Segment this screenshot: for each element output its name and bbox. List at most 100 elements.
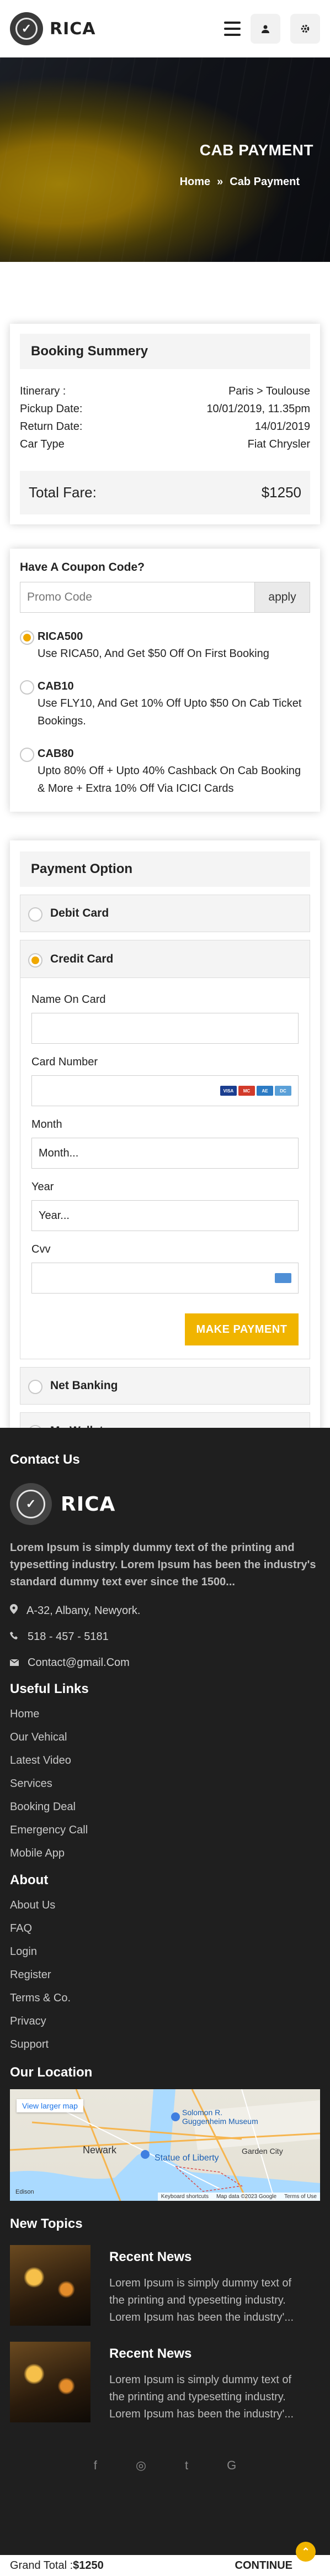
radio[interactable] (28, 907, 42, 922)
card-number-label: Card Number (31, 1056, 98, 1068)
credit-card-panel: Credit Card Name On Card Card Number VIS… (20, 940, 310, 1359)
map-label: Edison (15, 2189, 34, 2195)
phone-icon (10, 1631, 19, 1643)
footer-logo[interactable]: ✓ RICA (10, 1483, 320, 1525)
radio-selected[interactable] (28, 953, 42, 968)
map-data-credit: Map data ©2023 Google (216, 2194, 277, 2200)
payment-title: Payment Option (20, 851, 310, 887)
cvv-card-icon (275, 1273, 291, 1283)
social-links: f ◎ t G (10, 2458, 320, 2473)
radio[interactable] (20, 680, 34, 695)
name-on-card-input[interactable] (31, 1013, 299, 1044)
footer-link[interactable]: Terms & Co. (10, 1986, 320, 2010)
instagram-icon[interactable]: ◎ (136, 2458, 146, 2473)
grand-total-value: $1250 (73, 2559, 104, 2572)
payment-card: Payment Option Debit Card Credit Card Na… (10, 840, 320, 1464)
check-icon: ✓ (17, 1490, 45, 1518)
useful-links: Home Our Vehical Latest Video Services B… (10, 1702, 320, 1865)
breadcrumb-home[interactable]: Home (180, 176, 211, 188)
phone[interactable]: 518 - 457 - 5181 (10, 1631, 320, 1643)
footer-link[interactable]: Our Vehical (10, 1726, 320, 1749)
grand-total-bar: Grand Total : $1250 CONTINUE (0, 2555, 330, 2576)
map-label: Statue of Liberty (155, 2153, 219, 2163)
email[interactable]: Contact@gmail.Com (9, 1657, 320, 1669)
news-image (10, 2245, 91, 2326)
name-on-card-label: Name On Card (31, 993, 106, 1006)
cvv-label: Cvv (31, 1243, 51, 1255)
grand-total-label: Grand Total : (10, 2559, 73, 2572)
user-icon[interactable] (251, 14, 280, 44)
booking-row: Pickup Date: 10/01/2019, 11.35pm (20, 403, 310, 415)
apply-button[interactable]: apply (254, 582, 310, 612)
google-icon[interactable]: G (227, 2458, 236, 2473)
news-item[interactable]: Recent News Lorem Ipsum is simply dummy … (10, 2342, 320, 2423)
about-heading: About (10, 1873, 49, 1888)
year-select[interactable]: Year... (31, 1200, 299, 1231)
make-payment-button[interactable]: MAKE PAYMENT (185, 1313, 299, 1345)
coupon-option[interactable]: CAB10 Use FLY10, And Get 10% Off Upto $5… (20, 678, 310, 730)
news-item[interactable]: Recent News Lorem Ipsum is simply dummy … (10, 2245, 320, 2326)
booking-row: Car Type Fiat Chrysler (20, 438, 310, 450)
gear-icon[interactable] (290, 14, 320, 44)
radio-selected[interactable] (20, 630, 34, 645)
news-image (10, 2342, 91, 2422)
debit-card-option[interactable]: Debit Card (20, 895, 310, 932)
about-links: About Us FAQ Login Register Terms & Co. … (10, 1894, 320, 2056)
radio[interactable] (20, 748, 34, 762)
footer-link[interactable]: Support (10, 2033, 320, 2056)
map-label: Solomon R. Guggenheim Museum (182, 2108, 258, 2126)
promo-code-input[interactable] (20, 582, 254, 612)
map-label: Newark (83, 2144, 117, 2156)
footer-link[interactable]: Emergency Call (10, 1818, 320, 1842)
scroll-to-top-icon[interactable]: ⌃ (296, 2542, 316, 2562)
map-keyboard-shortcuts[interactable]: Keyboard shortcuts (161, 2194, 209, 2200)
footer-link[interactable]: About Us (10, 1894, 320, 1917)
location-pin-icon (10, 1604, 18, 1617)
cvv-input[interactable] (31, 1263, 299, 1294)
location-heading: Our Location (10, 2065, 93, 2080)
month-label: Month (31, 1118, 62, 1131)
credit-card-option[interactable]: Credit Card (20, 940, 310, 978)
footer-link[interactable]: Register (10, 1963, 320, 1986)
footer-link[interactable]: Login (10, 1940, 320, 1963)
footer-link[interactable]: FAQ (10, 1917, 320, 1940)
footer-link[interactable]: Privacy (10, 2010, 320, 2033)
coupon-option[interactable]: RICA500 Use RICA50, And Get $50 Off On F… (20, 628, 310, 663)
breadcrumb: Home » Cab Payment (180, 176, 300, 188)
footer-link[interactable]: Services (10, 1772, 320, 1795)
card-number-input[interactable]: VISA MC AE DC (31, 1075, 299, 1106)
coupon-option[interactable]: CAB80 Upto 80% Off + Upto 40% Cashback O… (20, 745, 310, 797)
contact-heading: Contact Us (10, 1452, 80, 1467)
address: A-32, Albany, Newyork. (10, 1604, 320, 1617)
page-title: CAB PAYMENT (199, 141, 313, 159)
total-fare-value: $1250 (261, 484, 301, 501)
month-select[interactable]: Month... (31, 1138, 299, 1169)
footer-link[interactable]: Home (10, 1702, 320, 1726)
footer-link[interactable]: Booking Deal (10, 1795, 320, 1818)
radio[interactable] (28, 1380, 42, 1394)
footer: Contact Us ✓ RICA Lorem Ipsum is simply … (0, 1428, 330, 2576)
booking-row: Itinerary : Paris > Toulouse (20, 385, 310, 397)
map-terms[interactable]: Terms of Use (284, 2194, 317, 2200)
footer-link[interactable]: Latest Video (10, 1749, 320, 1772)
location-map[interactable]: View larger map Newark Statue of Liberty… (10, 2089, 320, 2201)
booking-summary-title: Booking Summery (20, 334, 310, 369)
map-label: Garden City (242, 2147, 283, 2156)
footer-link[interactable]: Mobile App (10, 1842, 320, 1865)
total-fare: Total Fare: $1250 (20, 471, 310, 514)
booking-summary-card: Booking Summery Itinerary : Paris > Toulo… (10, 324, 320, 524)
logo-mark: ✓ (10, 12, 43, 45)
continue-button[interactable]: CONTINUE (235, 2559, 292, 2572)
brand-logo[interactable]: ✓ RICA (10, 12, 96, 45)
coupon-card: Have A Coupon Code? apply RICA500 Use RI… (10, 549, 320, 812)
menu-icon[interactable] (224, 22, 241, 36)
coupon-title: Have A Coupon Code? (20, 561, 145, 574)
net-banking-option[interactable]: Net Banking (20, 1367, 310, 1405)
twitter-icon[interactable]: t (185, 2458, 188, 2473)
envelope-icon (9, 1657, 19, 1669)
top-bar: ✓ RICA (0, 0, 330, 57)
view-larger-map-link[interactable]: View larger map (17, 2099, 83, 2112)
news-heading: New Topics (10, 2216, 83, 2231)
facebook-icon[interactable]: f (94, 2458, 97, 2473)
total-fare-label: Total Fare: (29, 484, 97, 501)
